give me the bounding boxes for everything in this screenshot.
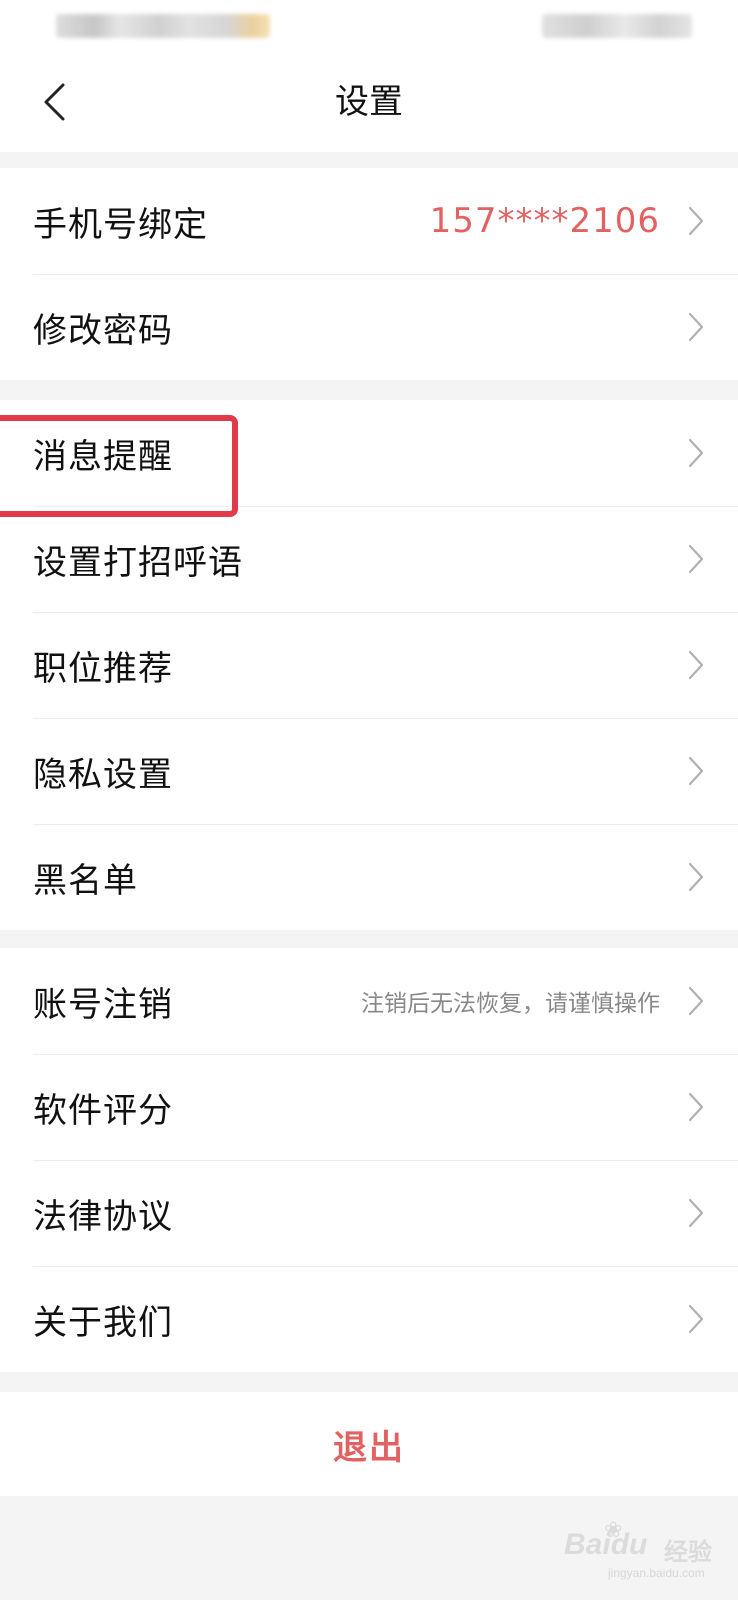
settings-row-change-password[interactable]: 修改密码	[0, 274, 738, 380]
nav-bar: 设置	[0, 52, 738, 152]
settings-row-account-deletion[interactable]: 账号注销 注销后无法恢复，请谨慎操作	[0, 948, 738, 1054]
logout-label: 退出	[333, 1427, 405, 1468]
settings-row-app-rating[interactable]: 软件评分	[0, 1054, 738, 1160]
chevron-right-icon	[688, 1198, 704, 1228]
status-bar	[0, 0, 738, 52]
phone-number-value: 157****2106	[429, 201, 660, 241]
watermark-cn: 经验	[664, 1538, 712, 1566]
paw-icon: ❀	[604, 1518, 623, 1543]
preferences-group: 消息提醒 设置打招呼语 职位推荐 隐私设置 黑名单	[0, 400, 738, 930]
row-label: 手机号绑定	[33, 204, 208, 245]
logout-button[interactable]: 退出	[0, 1392, 738, 1496]
settings-row-privacy[interactable]: 隐私设置	[0, 718, 738, 824]
row-label: 法律协议	[33, 1196, 173, 1237]
watermark-url: jingyan.baidu.com	[608, 1566, 705, 1580]
row-label: 修改密码	[33, 310, 173, 351]
chevron-right-icon	[688, 438, 704, 468]
chevron-right-icon	[688, 1092, 704, 1122]
chevron-right-icon	[688, 650, 704, 680]
chevron-right-icon	[688, 862, 704, 892]
row-label: 账号注销	[33, 984, 173, 1025]
back-button[interactable]	[22, 70, 86, 134]
settings-row-greeting[interactable]: 设置打招呼语	[0, 506, 738, 612]
row-label: 设置打招呼语	[33, 542, 243, 583]
status-bar-left-blurred	[56, 14, 270, 38]
chevron-right-icon	[688, 986, 704, 1016]
settings-row-message-reminder[interactable]: 消息提醒	[0, 400, 738, 506]
account-group: 手机号绑定 157****2106 修改密码	[0, 168, 738, 380]
settings-row-blacklist[interactable]: 黑名单	[0, 824, 738, 930]
deletion-warning-hint: 注销后无法恢复，请谨慎操作	[361, 991, 660, 1017]
chevron-left-icon	[44, 83, 65, 121]
chevron-right-icon	[688, 1304, 704, 1334]
page-title: 设置	[335, 82, 403, 122]
settings-row-phone-binding[interactable]: 手机号绑定 157****2106	[0, 168, 738, 274]
settings-row-about-us[interactable]: 关于我们	[0, 1266, 738, 1372]
row-label: 隐私设置	[33, 754, 173, 795]
row-label: 消息提醒	[33, 436, 173, 477]
chevron-right-icon	[688, 312, 704, 342]
chevron-right-icon	[688, 544, 704, 574]
settings-row-job-recommendation[interactable]: 职位推荐	[0, 612, 738, 718]
chevron-right-icon	[688, 206, 704, 236]
baidu-jingyan-watermark: Baidu ❀ 经验 jingyan.baidu.com	[556, 1508, 726, 1588]
status-bar-right-blurred	[542, 14, 692, 38]
settings-row-legal-agreement[interactable]: 法律协议	[0, 1160, 738, 1266]
row-label: 职位推荐	[33, 648, 173, 689]
settings-screen: 设置 手机号绑定 157****2106 修改密码 消息提醒 设置打招呼语 职位…	[0, 0, 738, 1600]
row-label: 黑名单	[33, 860, 138, 901]
row-label: 关于我们	[33, 1302, 173, 1343]
chevron-right-icon	[688, 756, 704, 786]
row-label: 软件评分	[33, 1090, 173, 1131]
about-group: 账号注销 注销后无法恢复，请谨慎操作 软件评分 法律协议 关于我们	[0, 948, 738, 1372]
